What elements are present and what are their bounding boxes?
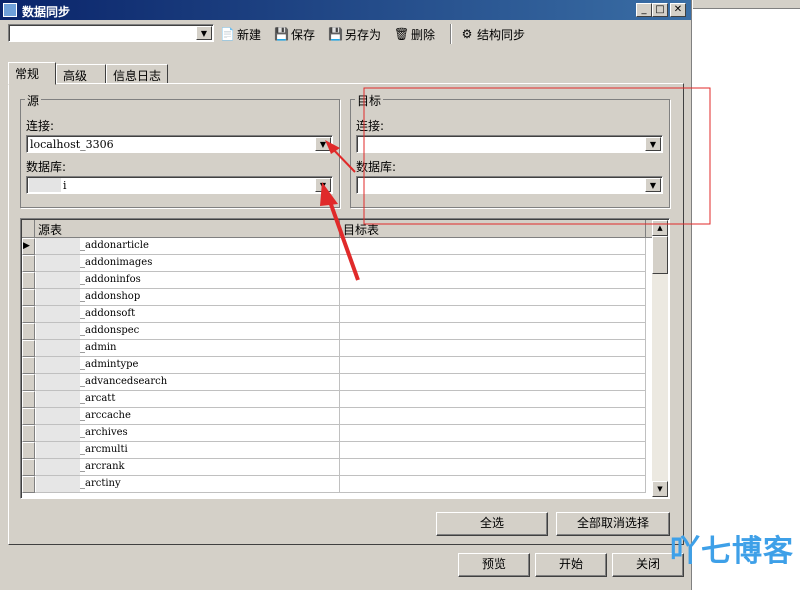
red-arrow-shaft-lower: [326, 195, 360, 281]
tab-general[interactable]: 常规: [8, 62, 56, 85]
red-annotation-overlay: [320, 87, 711, 281]
watermark: 吖七博客: [670, 534, 794, 569]
red-arrow-head-lower: [320, 182, 338, 206]
red-arrow-head-upper: [325, 140, 340, 154]
red-highlight-box: [363, 87, 711, 225]
